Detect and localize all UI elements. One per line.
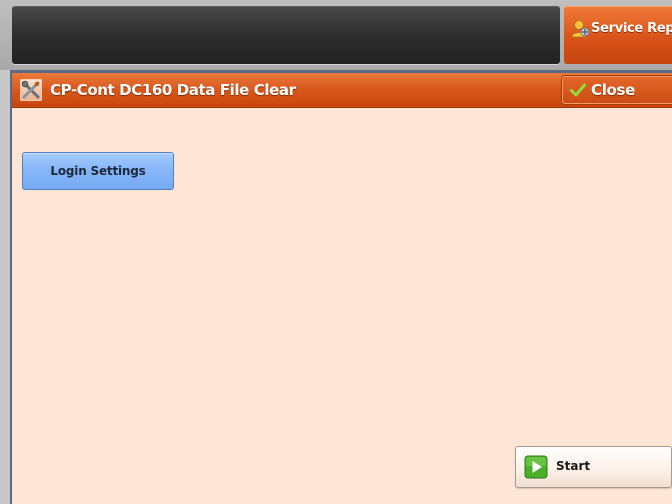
service-rep-label: Service Rep.	[591, 21, 672, 36]
window-title: CP-Cont DC160 Data File Clear	[50, 81, 296, 99]
top-status-bar: Service Rep.	[0, 0, 672, 70]
login-settings-button[interactable]: Login Settings	[22, 152, 174, 190]
service-rep-button[interactable]: Service Rep.	[564, 6, 672, 64]
start-button[interactable]: Start	[515, 446, 672, 488]
status-display-panel	[12, 6, 560, 64]
start-label: Start	[556, 459, 591, 473]
play-icon	[524, 455, 548, 479]
check-icon	[570, 83, 586, 97]
content-area: Login Settings Start	[12, 108, 672, 504]
close-button[interactable]: Close	[562, 76, 672, 104]
login-settings-label: Login Settings	[50, 164, 146, 178]
window-title-bar: CP-Cont DC160 Data File Clear Close	[12, 73, 672, 108]
main-window: CP-Cont DC160 Data File Clear Close Logi…	[10, 70, 672, 504]
tools-icon	[20, 79, 42, 101]
close-label: Close	[591, 81, 636, 99]
service-rep-person-icon	[571, 20, 590, 38]
